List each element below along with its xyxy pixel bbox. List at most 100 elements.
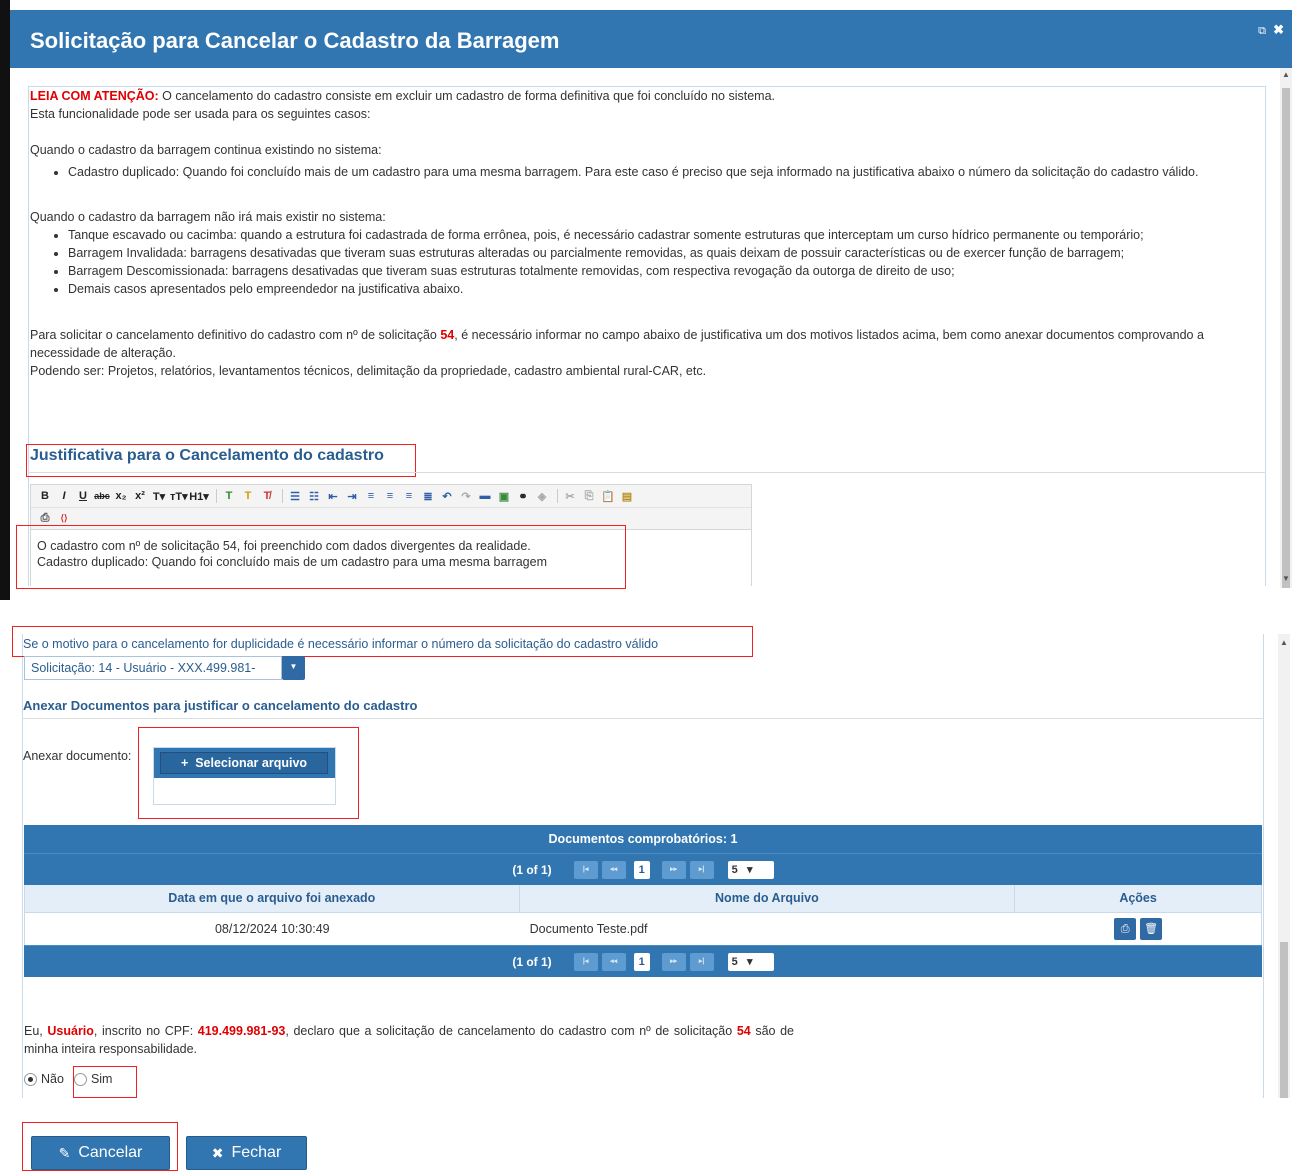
modal-header: Solicitação para Cancelar o Cadastro da … [10,10,1292,68]
documents-hint: Podendo ser: Projetos, relatórios, levan… [30,364,707,378]
scroll-up-icon[interactable]: ▲ [1280,638,1288,647]
undo-icon[interactable]: ↶ [439,490,455,503]
page-label: (1 of 1) [512,862,552,877]
highlight-color-icon[interactable]: T [240,490,256,502]
text-color-icon[interactable]: T [221,490,237,502]
first-page-icon[interactable]: |◂ [573,860,598,879]
case2-item: Barragem Descomissionada: barragens desa… [68,262,1260,280]
table-row: 08/12/2024 10:30:49 Documento Teste.pdf … [24,913,1262,945]
user-name: Usuário [47,1024,94,1038]
first-page-icon[interactable]: |◂ [573,952,598,971]
case2-item: Barragem Invalidada: barragens desativad… [68,244,1260,262]
case2-item: Tanque escavado ou cacimba: quando a est… [68,226,1260,244]
row-filename: Documento Teste.pdf [529,922,648,936]
indent-icon[interactable]: ⇥ [344,490,360,503]
highlight-box [22,1122,178,1171]
close-button[interactable]: ✖ Fechar [186,1136,307,1170]
bullet-list-icon[interactable]: ☰ [287,490,303,503]
table-header: Data em que o arquivo foi anexado Nome d… [24,885,1262,913]
radio-nao-label: Não [41,1072,64,1086]
documents-table: Documentos comprobatórios: 1 (1 of 1) |◂… [24,825,1262,977]
declaration-text: Eu, Usuário, inscrito no CPF: 419.499.98… [24,1024,794,1056]
redo-icon[interactable]: ↷ [458,490,474,503]
request-paragraph: Para solicitar o cancelamento definitivo… [30,328,1204,360]
window-left-edge [0,0,10,600]
case2-title: Quando o cadastro da barragem não irá ma… [30,210,386,224]
editor-toolbar: B I U abc x₂ x² T▾ тT▾ H1▾ T T T̸ ☰ ☷ ⇤ … [30,484,752,530]
clear-format-icon[interactable]: T̸ [259,490,275,502]
outdent-icon[interactable]: ⇤ [325,490,341,503]
scrollbar-top[interactable]: ▲ ▼ [1280,68,1292,588]
paginator-bottom: (1 of 1) |◂ ◂◂ 1 ▸▸ ▸| 5 ▾ [24,945,1262,977]
cut-icon[interactable]: ✂ [562,490,578,503]
scroll-up-icon[interactable]: ▲ [1282,70,1290,79]
subscript-icon[interactable]: x₂ [113,490,129,502]
next-page-icon[interactable]: ▸▸ [661,860,686,879]
restore-icon[interactable]: ⧉ [1258,25,1266,38]
modal-title: Solicitação para Cancelar o Cadastro da … [30,28,560,53]
table-caption: Documentos comprobatórios: 1 [24,825,1262,853]
page-number[interactable]: 1 [633,952,650,971]
align-right-icon[interactable]: ≡ [401,490,417,502]
align-left-icon[interactable]: ≡ [363,490,379,502]
case1-item: Cadastro duplicado: Quando foi concluído… [68,163,1260,181]
radio-nao[interactable] [24,1072,37,1086]
last-page-icon[interactable]: ▸| [689,952,714,971]
anexar-label: Anexar documento: [23,749,132,763]
bold-icon[interactable]: B [37,490,53,502]
scroll-thumb[interactable] [1282,88,1290,588]
page-size-select[interactable]: 5 ▾ [727,860,774,879]
underline-icon[interactable]: U [75,490,91,502]
print-icon[interactable]: ⎙ [37,512,53,525]
page-label: (1 of 1) [512,954,552,969]
copy-icon[interactable]: ⎘ [581,490,597,503]
highlight-box [73,1066,137,1098]
scroll-down-icon[interactable]: ▼ [1282,574,1290,583]
anexar-title: Anexar Documentos para justificar o canc… [23,698,418,713]
italic-icon[interactable]: I [56,490,72,502]
scroll-thumb[interactable] [1280,942,1288,1098]
font-size-icon[interactable]: тT▾ [170,490,188,503]
prev-page-icon[interactable]: ◂◂ [601,952,626,971]
highlight-box [16,525,626,589]
heading-icon[interactable]: H1▾ [189,490,209,503]
last-page-icon[interactable]: ▸| [689,860,714,879]
horizontal-rule-icon[interactable]: ▬ [477,490,493,502]
next-page-icon[interactable]: ▸▸ [661,952,686,971]
superscript-icon[interactable]: x² [132,490,148,502]
cpf-value: 419.499.981-93 [197,1024,286,1038]
close-icon[interactable]: ✖ [1273,22,1284,38]
font-icon[interactable]: T▾ [151,490,167,503]
column-header: Nome do Arquivo [520,885,1016,912]
page-size-select[interactable]: 5 ▾ [727,952,774,971]
link-icon[interactable]: ⚭ [515,490,531,503]
image-icon[interactable]: ▣ [496,490,512,503]
paginator-top: (1 of 1) |◂ ◂◂ 1 ▸▸ ▸| 5 ▾ [24,853,1262,885]
case2-item: Demais casos apresentados pelo empreende… [68,280,1260,298]
row-date: 08/12/2024 10:30:49 [214,922,330,936]
prev-page-icon[interactable]: ◂◂ [601,860,626,879]
case1-title: Quando o cadastro da barragem continua e… [30,143,382,157]
highlight-box [12,626,753,657]
divider [28,472,1266,473]
unlink-icon[interactable]: ◈ [534,490,550,503]
trash-icon[interactable]: 🗑 [1140,918,1163,940]
source-icon[interactable]: ⟨⟩ [56,513,72,524]
page-number[interactable]: 1 [633,860,650,879]
divider [22,718,1264,719]
strikethrough-icon[interactable]: abc [94,491,110,501]
number-list-icon[interactable]: ☷ [306,490,322,503]
info-line: Esta funcionalidade pode ser usada para … [30,107,371,121]
scrollbar-bottom[interactable]: ▲ [1278,634,1290,1098]
paste-icon[interactable]: 📋 [600,490,616,503]
request-number: 54 [440,328,455,342]
align-center-icon[interactable]: ≡ [382,490,398,502]
close-icon: ✖ [211,1144,224,1161]
pdf-download-icon[interactable]: ⎙ [1114,918,1137,940]
info-text: LEIA COM ATENÇÃO: O cancelamento do cada… [30,87,1260,380]
solicitacao-select[interactable]: Solicitação: 14 - Usuário - XXX.499.981- [24,656,282,680]
paste-text-icon[interactable]: ▤ [619,490,635,503]
chevron-down-icon[interactable]: ▼ [282,656,305,680]
align-justify-icon[interactable]: ≣ [420,490,436,503]
attention-text: O cancelamento do cadastro consiste em e… [158,89,775,103]
